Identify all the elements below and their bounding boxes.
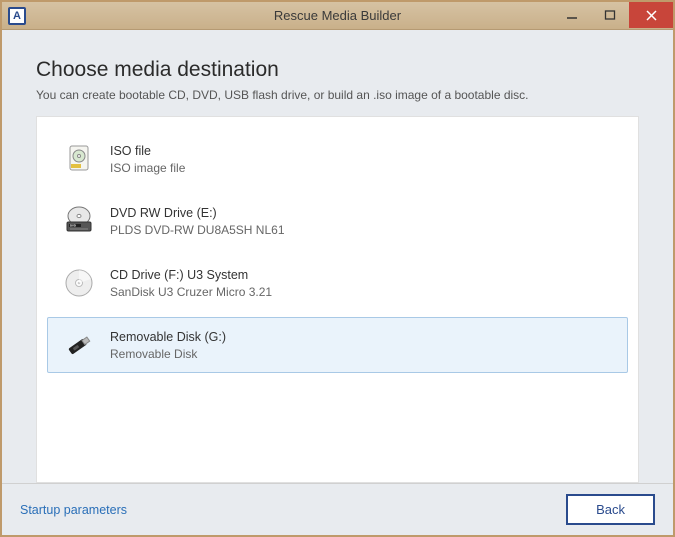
destination-title: CD Drive (F:) U3 System xyxy=(110,268,272,282)
destination-iso[interactable]: ISO file ISO image file xyxy=(47,131,628,187)
destination-dvd[interactable]: DVD DVD RW Drive (E:) PLDS DVD-RW DU8A5S… xyxy=(47,193,628,249)
content-area: Choose media destination You can create … xyxy=(2,30,673,483)
destination-cd[interactable]: CD Drive (F:) U3 System SanDisk U3 Cruze… xyxy=(47,255,628,311)
maximize-button[interactable] xyxy=(591,2,629,28)
destination-subtitle: SanDisk U3 Cruzer Micro 3.21 xyxy=(110,285,272,299)
iso-file-icon xyxy=(62,142,96,176)
startup-parameters-link[interactable]: Startup parameters xyxy=(20,503,127,517)
destination-title: DVD RW Drive (E:) xyxy=(110,206,285,220)
app-icon: A xyxy=(8,7,26,25)
close-button[interactable] xyxy=(629,2,673,28)
usb-drive-icon xyxy=(62,328,96,362)
close-icon xyxy=(646,10,657,21)
app-window: A Rescue Media Builder Choose media dest… xyxy=(0,0,675,537)
page-subheading: You can create bootable CD, DVD, USB fla… xyxy=(36,88,639,102)
minimize-button[interactable] xyxy=(553,2,591,28)
back-button[interactable]: Back xyxy=(566,494,655,525)
destination-subtitle: ISO image file xyxy=(110,161,185,175)
destination-subtitle: PLDS DVD-RW DU8A5SH NL61 xyxy=(110,223,285,237)
page-heading: Choose media destination xyxy=(36,58,639,82)
destinations-panel: ISO file ISO image file DVD DVD RW Drive… xyxy=(36,116,639,483)
destination-subtitle: Removable Disk xyxy=(110,347,226,361)
destination-title: Removable Disk (G:) xyxy=(110,330,226,344)
minimize-icon xyxy=(566,9,578,21)
dvd-drive-icon: DVD xyxy=(62,204,96,238)
titlebar: A Rescue Media Builder xyxy=(2,2,673,30)
svg-text:DVD: DVD xyxy=(70,224,76,228)
destination-usb[interactable]: Removable Disk (G:) Removable Disk xyxy=(47,317,628,373)
maximize-icon xyxy=(604,9,616,21)
footer: Startup parameters Back xyxy=(2,483,673,535)
cd-icon xyxy=(62,266,96,300)
destination-title: ISO file xyxy=(110,144,185,158)
window-controls xyxy=(553,2,673,29)
